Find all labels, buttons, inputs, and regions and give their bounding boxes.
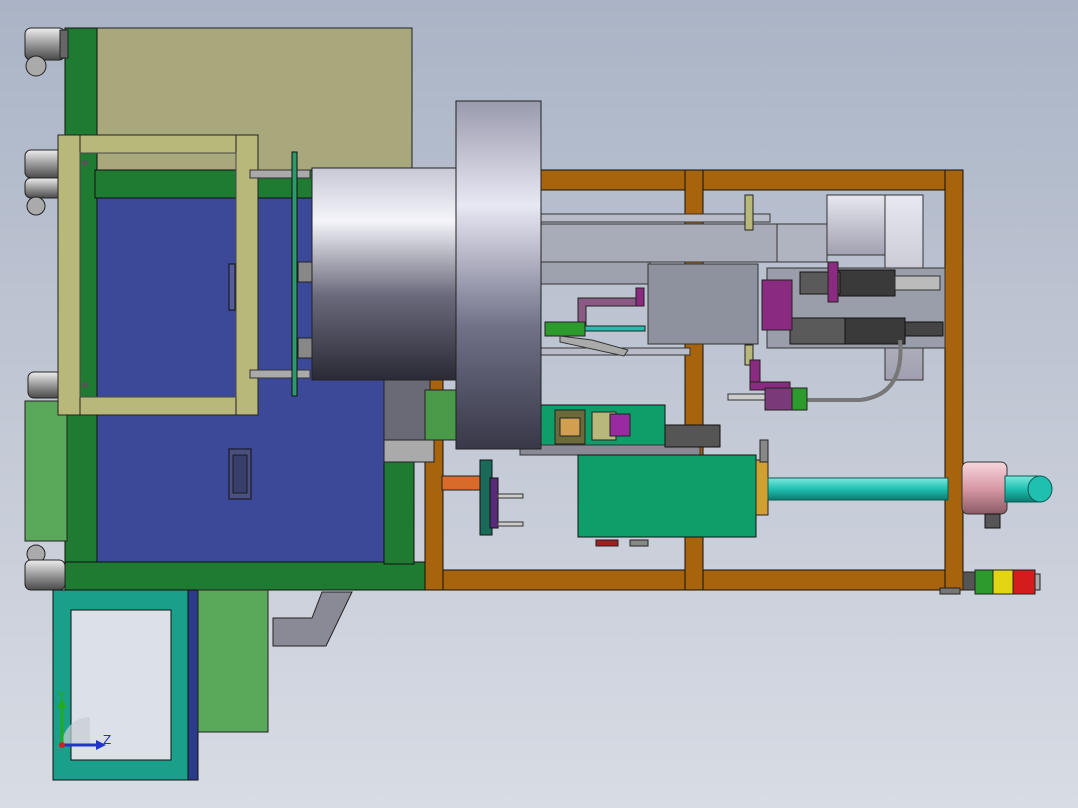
lower-teal-frame xyxy=(52,589,353,781)
axis-z-label: Z xyxy=(103,733,111,747)
cad-viewport[interactable]: Y Z xyxy=(0,0,1078,808)
axis-y-label: Y xyxy=(57,689,66,703)
side-panel-light-green xyxy=(24,400,68,542)
door-handle-upper[interactable] xyxy=(228,263,236,311)
signal-tower xyxy=(962,569,1041,595)
door-latch-inner xyxy=(232,454,248,494)
cabinet-outer-frame-right xyxy=(383,459,415,565)
cabinet-outer-frame-bottom xyxy=(64,561,426,591)
machine-assembly-drawing[interactable]: Y Z xyxy=(0,0,1078,808)
lower-green-block xyxy=(577,439,769,547)
pneumatic-cylinder xyxy=(767,461,1053,529)
